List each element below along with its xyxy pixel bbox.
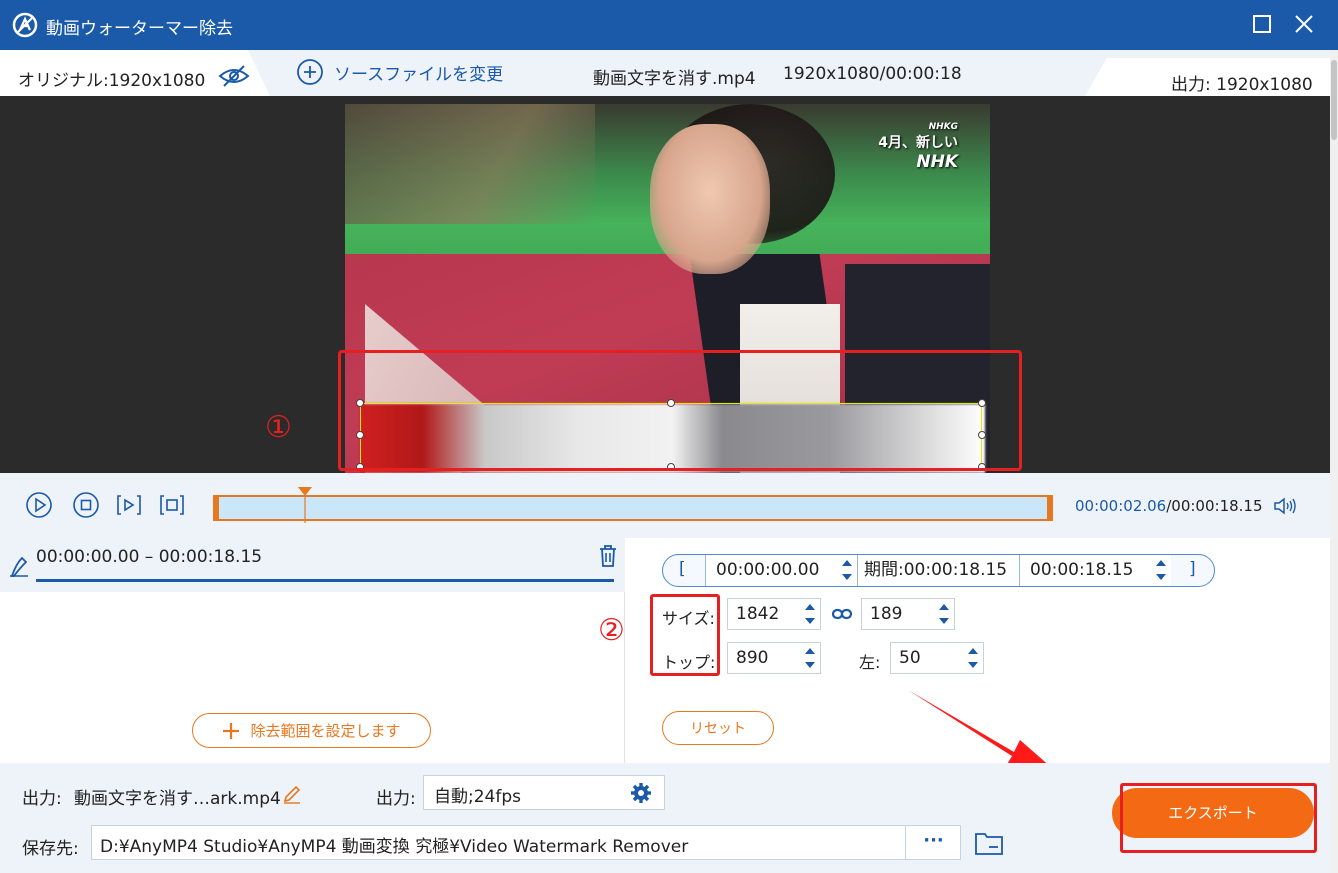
window-scrollbar[interactable]	[1330, 50, 1338, 873]
trash-icon[interactable]	[598, 545, 618, 567]
video-face	[650, 124, 770, 274]
left-input[interactable]: 50	[890, 642, 984, 674]
source-resolution-duration: 1920x1080/00:00:18	[783, 64, 962, 84]
end-time-stepper-icon[interactable]	[1155, 555, 1167, 585]
playhead-marker-icon	[298, 487, 313, 523]
height-value: 189	[870, 604, 903, 624]
change-source-button[interactable]: ソースファイルを変更	[296, 58, 503, 86]
stop-icon[interactable]	[72, 491, 100, 519]
format-label: 出力:	[376, 789, 416, 809]
crop-frame-icon[interactable]	[158, 491, 186, 519]
width-value: 1842	[736, 604, 780, 624]
width-stepper-icon[interactable]	[804, 599, 816, 629]
current-time: 00:00:02.06	[1075, 497, 1167, 515]
start-time-value: 00:00:00.00	[716, 560, 820, 580]
volume-icon[interactable]	[1272, 495, 1298, 517]
folder-icon[interactable]	[974, 830, 1004, 856]
gear-icon[interactable]	[630, 782, 652, 804]
playback-bar: 00:00:02.06/00:00:18.15	[0, 473, 1338, 538]
time-range-bar: [ 00:00:00.00 期間:00:00:18.15 00:00:18.15…	[662, 554, 1215, 587]
left-value: 50	[899, 648, 921, 668]
video-preview-area: NHKG 4月、新しい NHK ①	[0, 96, 1338, 473]
next-frame-icon[interactable]	[115, 491, 143, 519]
format-field[interactable]: 自動;24fps	[423, 775, 665, 810]
timeline-track[interactable]	[213, 495, 1053, 521]
app-logo-icon	[12, 12, 38, 38]
start-time-stepper-icon[interactable]	[841, 555, 853, 585]
play-icon[interactable]	[25, 491, 53, 519]
set-start-button[interactable]: [	[679, 559, 686, 579]
save-path-field[interactable]: D:¥AnyMP4 Studio¥AnyMP4 動画変換 究極¥Video Wa…	[91, 825, 961, 860]
save-location-label: 保存先:	[22, 839, 79, 859]
change-source-label: ソースファイルを変更	[334, 64, 504, 85]
annotation-label-1: ①	[265, 410, 292, 445]
nhk-caption: 4月、新しい	[878, 135, 958, 151]
video-bg-dark	[345, 104, 595, 224]
plus-icon	[223, 722, 240, 739]
total-time: /00:00:18.15	[1166, 497, 1263, 515]
output-resolution: 出力: 1920x1080	[1171, 75, 1313, 95]
save-path-value: D:¥AnyMP4 Studio¥AnyMP4 動画変換 究極¥Video Wa…	[100, 837, 689, 857]
timeline-end-handle[interactable]	[1047, 495, 1053, 521]
output-filename: 動画文字を消す…ark.mp4	[74, 789, 281, 809]
window-title: 動画ウォーターマー除去	[46, 19, 233, 39]
window-scrollbar-thumb[interactable]	[1331, 60, 1337, 140]
annotation-label-2: ②	[598, 613, 625, 648]
edit-pencil-icon[interactable]	[282, 784, 302, 804]
top-value: 890	[736, 648, 769, 668]
add-circle-icon	[297, 59, 323, 85]
annotation-arrow	[908, 690, 1052, 768]
annotation-box-2	[650, 594, 720, 676]
left-label: 左:	[859, 653, 881, 672]
height-input[interactable]: 189	[861, 598, 955, 630]
removal-range-panel: 00:00:00.00 – 00:00:18.15 除去範囲を設定します	[0, 538, 625, 763]
annotation-box-3	[1120, 783, 1317, 853]
settings-panel: [ 00:00:00.00 期間:00:00:18.15 00:00:18.15…	[626, 538, 1338, 768]
height-stepper-icon[interactable]	[938, 599, 950, 629]
top-input[interactable]: 890	[727, 642, 821, 674]
duration-field: 期間:00:00:18.15	[857, 555, 1019, 586]
close-icon[interactable]	[1292, 12, 1316, 36]
range-time-text: 00:00:00.00 – 00:00:18.15	[36, 547, 263, 567]
maximize-icon[interactable]	[1250, 12, 1274, 36]
output-name-label: 出力:	[22, 789, 62, 809]
range-underline	[36, 579, 614, 582]
left-stepper-icon[interactable]	[967, 643, 979, 673]
range-list-item[interactable]: 00:00:00.00 – 00:00:18.15	[0, 538, 625, 592]
title-bar: 動画ウォーターマー除去	[0, 0, 1338, 50]
nhk-small-text: NHKG	[928, 122, 958, 132]
timeline-start-handle[interactable]	[213, 495, 219, 521]
info-bar: オリジナル:1920x1080 ソースファイルを変更 動画文字を消す.mp4 1…	[0, 50, 1338, 96]
original-resolution: オリジナル:1920x1080	[18, 71, 206, 91]
browse-button[interactable]: ···	[905, 826, 961, 859]
time-display: 00:00:02.06/00:00:18.15	[1075, 497, 1263, 515]
format-value: 自動;24fps	[434, 787, 521, 807]
source-filename: 動画文字を消す.mp4	[593, 69, 756, 89]
add-removal-range-button[interactable]: 除去範囲を設定します	[192, 713, 431, 748]
reset-button[interactable]: リセット	[662, 711, 774, 745]
add-range-label: 除去範囲を設定します	[250, 722, 401, 740]
annotation-box-1	[338, 350, 1022, 471]
width-input[interactable]: 1842	[727, 598, 821, 630]
timeline-playhead[interactable]	[298, 487, 313, 525]
top-stepper-icon[interactable]	[804, 643, 816, 673]
nhk-watermark: NHKG 4月、新しい NHK	[878, 122, 958, 172]
nhk-logo: NHK	[916, 152, 958, 172]
end-time-value: 00:00:18.15	[1030, 560, 1134, 580]
set-end-button[interactable]: ]	[1189, 559, 1196, 579]
link-aspect-icon[interactable]	[832, 606, 852, 622]
eye-hide-icon[interactable]	[218, 64, 250, 88]
start-time-field[interactable]: 00:00:00.00	[705, 555, 857, 586]
eraser-brush-icon	[10, 556, 28, 577]
end-time-field[interactable]: 00:00:18.15	[1019, 555, 1171, 586]
